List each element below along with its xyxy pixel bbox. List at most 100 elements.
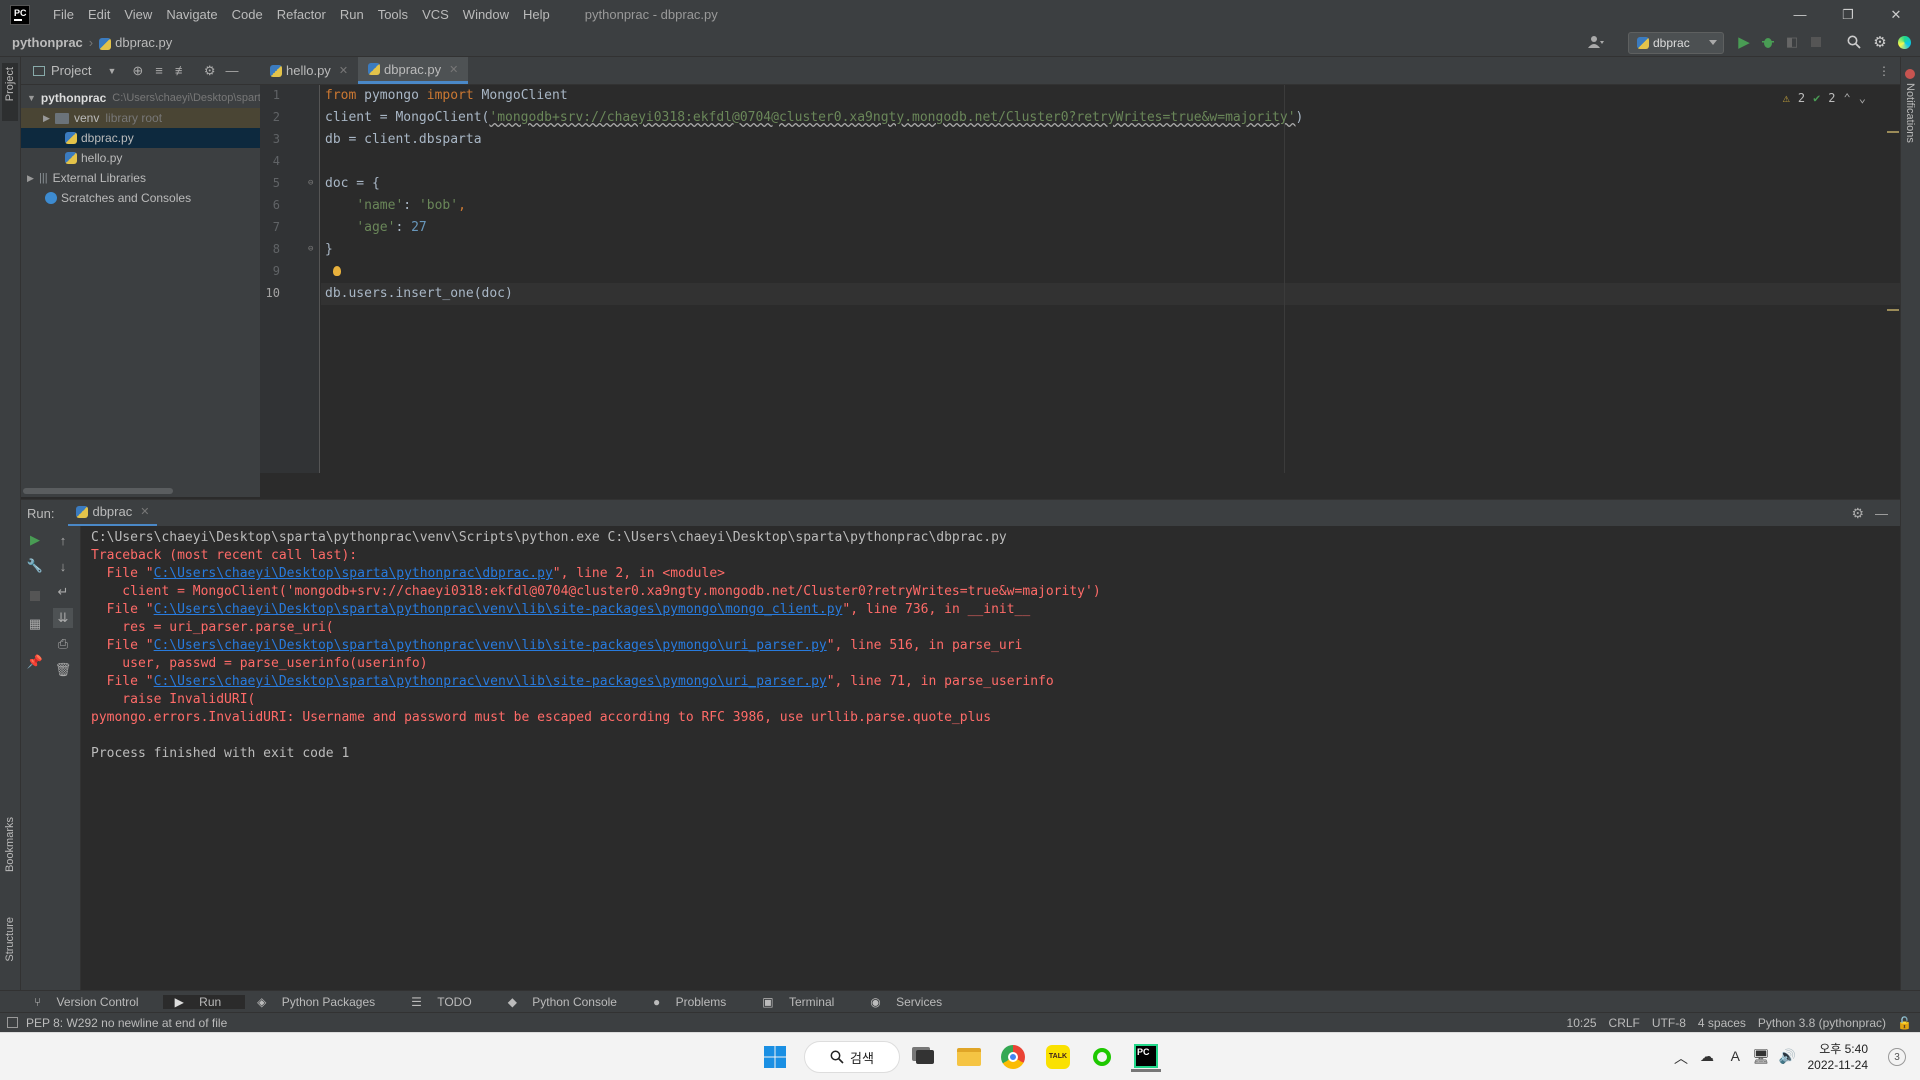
close-tab-icon[interactable]: ✕ xyxy=(339,64,348,77)
scroll-to-end-icon[interactable]: ⇊ xyxy=(53,608,73,628)
menu-vcs[interactable]: VCS xyxy=(415,0,456,29)
locate-icon[interactable]: ⊕ xyxy=(132,63,143,79)
tool-python-packages[interactable]: ◈ Python Packages xyxy=(245,995,399,1009)
chevron-up-icon[interactable]: ︿ xyxy=(1674,1048,1688,1068)
menu-view[interactable]: View xyxy=(117,0,159,29)
tool-todo[interactable]: ☰ TODO xyxy=(399,995,496,1009)
bookmarks-tool-label[interactable]: Bookmarks xyxy=(4,817,16,872)
gear-icon[interactable]: ⚙ xyxy=(1872,34,1888,51)
console-file-link[interactable]: C:\Users\chaeyi\Desktop\sparta\pythonpra… xyxy=(154,638,827,653)
tool-run[interactable]: ▶ Run xyxy=(162,994,246,1009)
chevron-down-icon[interactable]: ⌄ xyxy=(1859,91,1866,105)
chevron-down-icon[interactable]: ▼ xyxy=(107,66,116,76)
file-encoding[interactable]: UTF-8 xyxy=(1646,1016,1692,1030)
minimize-button[interactable]: — xyxy=(1776,0,1824,29)
input-method-icon[interactable]: A xyxy=(1731,1048,1740,1064)
arrow-down-icon[interactable]: ↓ xyxy=(55,558,71,574)
gear-icon[interactable]: ⚙ xyxy=(1851,505,1864,522)
fold-icon[interactable]: ⊖ xyxy=(308,244,313,254)
fold-icon[interactable]: ⊖ xyxy=(308,178,313,188)
toggle-tool-windows-icon[interactable] xyxy=(7,1017,18,1028)
stop-icon[interactable] xyxy=(1808,34,1824,50)
jetbrains-icon[interactable] xyxy=(1896,34,1912,50)
taskbar-search[interactable]: 검색 xyxy=(804,1041,900,1073)
run-tab-dbprac[interactable]: dbprac ✕ xyxy=(68,500,158,527)
layout-icon[interactable]: ▦ xyxy=(27,616,43,632)
tab-dbprac[interactable]: dbprac.py ✕ xyxy=(358,57,469,84)
collapse-all-icon[interactable]: ≢ xyxy=(175,63,188,78)
tool-problems[interactable]: ● Problems xyxy=(641,995,750,1009)
chevron-up-icon[interactable]: ⌃ xyxy=(1844,91,1851,105)
debug-icon[interactable] xyxy=(1760,34,1776,50)
maximize-button[interactable]: ❐ xyxy=(1824,0,1872,29)
menu-navigate[interactable]: Navigate xyxy=(159,0,224,29)
tool-python-console[interactable]: ◆ Python Console xyxy=(496,995,641,1009)
breadcrumb-file[interactable]: dbprac.py xyxy=(99,35,172,50)
status-message[interactable]: PEP 8: W292 no newline at end of file xyxy=(0,1016,227,1030)
network-icon[interactable]: 🖥 xyxy=(1752,1048,1770,1065)
run-configuration-select[interactable]: dbprac xyxy=(1628,32,1724,54)
python-interpreter[interactable]: Python 3.8 (pythonprac) xyxy=(1752,1016,1892,1030)
menu-window[interactable]: Window xyxy=(456,0,516,29)
run-console[interactable]: C:\Users\chaeyi\Desktop\sparta\pythonpra… xyxy=(81,526,1900,990)
tree-item-scratches[interactable]: Scratches and Consoles xyxy=(21,188,260,208)
tree-item-hello[interactable]: hello.py xyxy=(21,148,260,168)
print-icon[interactable]: ⎙ xyxy=(55,636,71,652)
lock-icon[interactable]: 🔓 xyxy=(1897,1016,1912,1030)
more-tabs-icon[interactable]: ⋮ xyxy=(1878,64,1890,78)
menu-refactor[interactable]: Refactor xyxy=(270,0,333,29)
rerun-icon[interactable]: ▶ xyxy=(27,532,43,548)
tool-services[interactable]: ◉ Services xyxy=(858,995,966,1009)
file-explorer-icon[interactable] xyxy=(954,1042,984,1072)
tree-item-venv[interactable]: ▶ venv library root xyxy=(21,108,260,128)
wrench-icon[interactable]: 🔧 xyxy=(27,558,43,574)
console-file-link[interactable]: C:\Users\chaeyi\Desktop\sparta\pythonpra… xyxy=(154,566,553,581)
line-separator[interactable]: CRLF xyxy=(1603,1016,1646,1030)
close-button[interactable]: ✕ xyxy=(1872,0,1920,29)
error-stripe-mark[interactable] xyxy=(1887,309,1899,311)
close-tab-icon[interactable]: ✕ xyxy=(140,505,149,518)
horizontal-scrollbar[interactable] xyxy=(23,488,173,494)
project-panel-title[interactable]: Project xyxy=(51,63,91,78)
code-editor[interactable]: 1 2 3 4 5 6 7 8 9 10 ⊖ ⊖ from pymongo im… xyxy=(260,85,1900,473)
menu-tools[interactable]: Tools xyxy=(371,0,415,29)
error-stripe-mark[interactable] xyxy=(1887,131,1899,133)
stop-icon[interactable] xyxy=(27,588,43,604)
run-icon[interactable]: ▶ xyxy=(1736,34,1752,51)
menu-run[interactable]: Run xyxy=(333,0,371,29)
tool-terminal[interactable]: ▣ Terminal xyxy=(750,995,858,1009)
menu-file[interactable]: File xyxy=(46,0,81,29)
notification-badge[interactable]: 3 xyxy=(1888,1048,1906,1066)
structure-tool-label[interactable]: Structure xyxy=(4,917,16,962)
notifications-icon[interactable] xyxy=(1905,69,1915,79)
inspection-widget[interactable]: ⚠ 2 ✔ 2 ⌃ ⌄ xyxy=(1783,91,1866,105)
pin-icon[interactable]: 📌 xyxy=(27,654,43,670)
hide-icon[interactable]: — xyxy=(226,63,239,78)
project-tool-tab[interactable]: Project xyxy=(2,63,18,121)
console-file-link[interactable]: C:\Users\chaeyi\Desktop\sparta\pythonpra… xyxy=(154,602,843,617)
pycharm-taskbar-icon[interactable]: PC xyxy=(1131,1042,1161,1072)
search-icon[interactable] xyxy=(1846,34,1862,50)
soft-wrap-icon[interactable]: ↵ xyxy=(55,584,71,600)
indent-setting[interactable]: 4 spaces xyxy=(1692,1016,1752,1030)
menu-help[interactable]: Help xyxy=(516,0,557,29)
trash-icon[interactable]: 🗑 xyxy=(55,662,72,678)
volume-icon[interactable]: 🔊 xyxy=(1779,1048,1796,1065)
task-view-icon[interactable] xyxy=(910,1042,940,1072)
line-app-icon[interactable] xyxy=(1087,1042,1117,1072)
tree-item-project-root[interactable]: ▼ pythonprac C:\Users\chaeyi\Desktop\spa… xyxy=(21,88,260,108)
console-file-link[interactable]: C:\Users\chaeyi\Desktop\sparta\pythonpra… xyxy=(154,674,827,689)
chrome-icon[interactable] xyxy=(998,1042,1028,1072)
tool-version-control[interactable]: ⑂ Version Control xyxy=(22,995,163,1009)
onedrive-icon[interactable]: ☁ xyxy=(1700,1048,1714,1065)
close-tab-icon[interactable]: ✕ xyxy=(449,63,458,76)
intention-bulb-icon[interactable] xyxy=(333,266,341,276)
gear-icon[interactable]: ⚙ xyxy=(204,63,216,79)
breadcrumb-project[interactable]: pythonprac xyxy=(0,35,83,50)
user-icon[interactable] xyxy=(1588,34,1604,50)
notifications-tool-label[interactable]: Notifications xyxy=(1904,83,1916,143)
arrow-up-icon[interactable]: ↑ xyxy=(55,532,71,548)
caret-position[interactable]: 10:25 xyxy=(1561,1016,1603,1030)
menu-edit[interactable]: Edit xyxy=(81,0,117,29)
tab-hello[interactable]: hello.py ✕ xyxy=(260,57,358,84)
